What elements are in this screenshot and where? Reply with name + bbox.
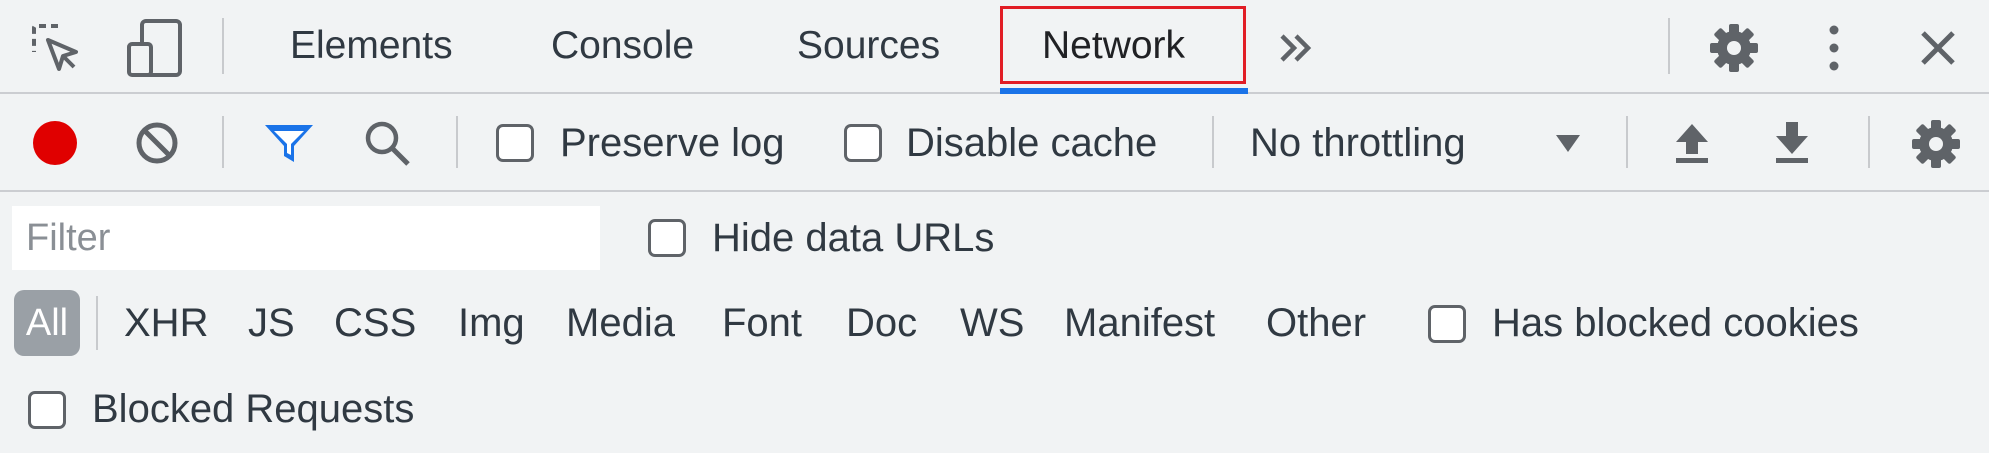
download-icon[interactable] xyxy=(1772,120,1812,166)
has-blocked-cookies-checkbox[interactable] xyxy=(1428,305,1466,343)
preserve-log-label[interactable]: Preserve log xyxy=(560,119,785,167)
tabbar-divider xyxy=(222,18,224,74)
record-icon[interactable] xyxy=(32,120,78,166)
blocked-requests-checkbox[interactable] xyxy=(28,391,66,429)
search-icon[interactable] xyxy=(362,118,414,170)
toolbar-divider-2 xyxy=(456,116,458,168)
blocked-requests-label[interactable]: Blocked Requests xyxy=(92,385,414,433)
tab-console[interactable]: Console xyxy=(551,22,694,70)
type-filter-xhr[interactable]: XHR xyxy=(124,299,208,347)
toolbar-divider-4 xyxy=(1626,116,1628,168)
type-filter-ws[interactable]: WS xyxy=(960,299,1024,347)
close-icon[interactable] xyxy=(1918,28,1958,68)
type-filter-media[interactable]: Media xyxy=(566,299,675,347)
type-filter-other[interactable]: Other xyxy=(1266,299,1366,347)
type-filter-js[interactable]: JS xyxy=(248,299,295,347)
toolbar-divider-5 xyxy=(1868,116,1870,168)
dropdown-arrow-icon[interactable] xyxy=(1554,132,1582,154)
chevron-double-right-icon[interactable] xyxy=(1276,28,1316,68)
toolbar-divider-3 xyxy=(1212,116,1214,168)
hide-data-urls-checkbox[interactable] xyxy=(648,219,686,257)
clear-icon[interactable] xyxy=(134,120,180,166)
has-blocked-cookies-label[interactable]: Has blocked cookies xyxy=(1492,299,1859,347)
type-filter-doc[interactable]: Doc xyxy=(846,299,917,347)
types-divider xyxy=(96,296,98,350)
tabbar-divider-right xyxy=(1668,18,1670,74)
gear-icon[interactable] xyxy=(1708,22,1760,74)
type-filter-font[interactable]: Font xyxy=(722,299,802,347)
preserve-log-checkbox[interactable] xyxy=(496,124,534,162)
tab-elements[interactable]: Elements xyxy=(290,22,453,70)
inspect-element-icon[interactable] xyxy=(30,22,82,74)
tab-network[interactable]: Network xyxy=(1042,22,1185,70)
filter-input[interactable] xyxy=(12,206,600,270)
tab-sources[interactable]: Sources xyxy=(797,22,940,70)
type-filter-all-button[interactable]: All xyxy=(14,290,80,356)
hide-data-urls-label[interactable]: Hide data URLs xyxy=(712,214,994,262)
disable-cache-label[interactable]: Disable cache xyxy=(906,119,1157,167)
type-filter-img[interactable]: Img xyxy=(458,299,525,347)
throttling-select[interactable]: No throttling xyxy=(1250,119,1466,167)
upload-icon[interactable] xyxy=(1672,120,1712,166)
kebab-menu-icon[interactable] xyxy=(1822,22,1846,74)
device-toolbar-icon[interactable] xyxy=(126,18,184,78)
network-toolbar: Preserve log Disable cache No throttling xyxy=(0,94,1989,192)
type-filter-css[interactable]: CSS xyxy=(334,299,416,347)
network-settings-gear-icon[interactable] xyxy=(1910,118,1962,170)
disable-cache-checkbox[interactable] xyxy=(844,124,882,162)
type-filter-manifest[interactable]: Manifest xyxy=(1064,299,1215,347)
toolbar-divider-1 xyxy=(222,116,224,168)
filter-icon[interactable] xyxy=(262,120,316,166)
devtools-tabbar: Elements Console Sources Network xyxy=(0,0,1989,94)
